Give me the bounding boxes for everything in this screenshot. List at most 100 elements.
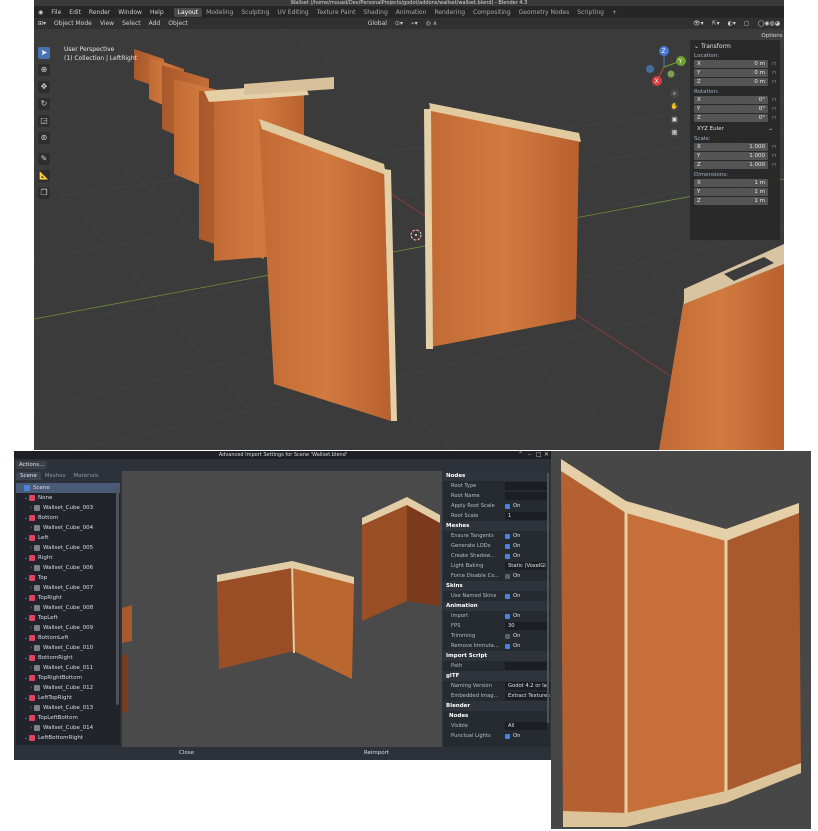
- menu-file[interactable]: File: [47, 9, 65, 16]
- property-value[interactable]: On: [505, 613, 550, 619]
- tree-item[interactable]: ⌄ TopLeft: [16, 613, 120, 623]
- actions-menu-button[interactable]: Actions...: [16, 461, 48, 469]
- tree-item[interactable]: › Wallset_Cube_007: [16, 583, 120, 593]
- location-y-field[interactable]: Y0 m: [694, 69, 768, 77]
- scene-tree[interactable]: Scene ⌄ None › Wallset_Cube_003 ⌄ Bottom › Walls…: [16, 483, 120, 745]
- tree-item[interactable]: ⌄ BottomRight: [16, 653, 120, 663]
- property-input[interactable]: 30: [505, 622, 547, 630]
- tree-item[interactable]: ⌄ TopLeftBottom: [16, 713, 120, 723]
- blender-logo-icon[interactable]: ◉: [34, 9, 47, 16]
- 3d-cursor-icon[interactable]: [410, 229, 422, 241]
- tree-item[interactable]: › Wallset_Cube_010: [16, 643, 120, 653]
- property-value[interactable]: On: [505, 643, 550, 649]
- navigation-gizmo[interactable]: Z Y X: [646, 46, 686, 86]
- section-header[interactable]: Animation: [443, 601, 550, 611]
- close-icon[interactable]: ✕: [544, 451, 549, 459]
- 3d-viewport[interactable]: Z Y X User Perspective (1) Collection | …: [34, 29, 784, 450]
- close-button[interactable]: Close: [164, 748, 209, 758]
- dimensions-x-field[interactable]: X1 m: [694, 179, 768, 187]
- checkbox[interactable]: [505, 593, 510, 599]
- tab-layout[interactable]: Layout: [173, 7, 203, 17]
- lock-icon[interactable]: ⊓: [768, 153, 776, 159]
- grid-ortho-icon[interactable]: ▦: [670, 128, 679, 137]
- section-header[interactable]: Meshes: [443, 521, 550, 531]
- tree-item[interactable]: ⌄ Left: [16, 533, 120, 543]
- tab-materials[interactable]: Materials: [70, 472, 103, 480]
- section-header[interactable]: Import Script: [443, 651, 550, 661]
- property-value[interactable]: On: [505, 533, 550, 539]
- menu-window[interactable]: Window: [114, 9, 146, 16]
- zoom-icon[interactable]: ⌕: [670, 89, 679, 98]
- checkbox[interactable]: [505, 643, 510, 649]
- menu-view[interactable]: View: [96, 20, 118, 27]
- overlay-icon[interactable]: ◐▾: [724, 20, 740, 27]
- scale-x-field[interactable]: X 1.000: [694, 143, 768, 151]
- visibility-icon[interactable]: 👁▾: [689, 20, 708, 27]
- property-input[interactable]: Extract Textures: [505, 692, 550, 700]
- scale-z-field[interactable]: Z 1.000: [694, 161, 768, 169]
- lock-icon[interactable]: ⊓: [768, 144, 776, 150]
- tab-sculpting[interactable]: Sculpting: [237, 8, 273, 17]
- menu-render[interactable]: Render: [85, 9, 114, 16]
- lock-icon[interactable]: ⊓: [768, 97, 776, 103]
- tree-item[interactable]: ⌄ BottomLeft: [16, 633, 120, 643]
- tree-item[interactable]: ⌄ Bottom: [16, 513, 120, 523]
- tree-item[interactable]: › Wallset_Cube_005: [16, 543, 120, 553]
- checkbox[interactable]: [505, 543, 510, 549]
- add-workspace-icon[interactable]: +: [608, 8, 621, 17]
- section-header[interactable]: Nodes: [443, 711, 550, 721]
- section-header[interactable]: Skins: [443, 581, 550, 591]
- property-input[interactable]: [505, 482, 547, 490]
- measure-tool-icon[interactable]: 📐: [38, 170, 50, 182]
- tab-modeling[interactable]: Modeling: [202, 8, 237, 17]
- tree-item[interactable]: › Wallset_Cube_008: [16, 603, 120, 613]
- property-value[interactable]: On: [505, 633, 550, 639]
- property-value[interactable]: [505, 492, 550, 500]
- checkbox[interactable]: [505, 533, 510, 539]
- property-input[interactable]: Static (VoxelGI: [505, 562, 549, 570]
- minimize-icon[interactable]: –: [528, 451, 531, 459]
- dimensions-y-field[interactable]: Y1 m: [694, 188, 768, 196]
- property-input[interactable]: Godot 4.2 or lat: [505, 682, 550, 690]
- property-value[interactable]: On: [505, 553, 550, 559]
- collapse-icon[interactable]: ⌃: [518, 451, 523, 459]
- rotation-mode-dropdown[interactable]: XYZ Euler ⌄: [694, 125, 776, 133]
- tree-item[interactable]: › Wallset_Cube_013: [16, 703, 120, 713]
- tab-rendering[interactable]: Rendering: [430, 8, 469, 17]
- tree-item[interactable]: ⌄ TopRight: [16, 593, 120, 603]
- tree-item[interactable]: › Wallset_Cube_006: [16, 563, 120, 573]
- tree-item[interactable]: › Wallset_Cube_003: [16, 503, 120, 513]
- cursor-tool-icon[interactable]: ⊕: [38, 64, 50, 76]
- property-value[interactable]: Godot 4.2 or lat: [505, 682, 550, 690]
- proportional-edit-icon[interactable]: ◎ ∧: [422, 20, 442, 27]
- property-value[interactable]: Extract Textures: [505, 692, 550, 700]
- tab-meshes[interactable]: Meshes: [41, 472, 70, 480]
- tree-item[interactable]: › Wallset_Cube_004: [16, 523, 120, 533]
- property-value[interactable]: On: [505, 733, 550, 739]
- property-value[interactable]: [505, 482, 550, 490]
- tab-shading[interactable]: Shading: [359, 8, 391, 17]
- snap-icon[interactable]: ⌁▾: [407, 20, 422, 27]
- property-value[interactable]: On: [505, 503, 550, 509]
- tree-item[interactable]: › Wallset_Cube_011: [16, 663, 120, 673]
- gizmo-icon[interactable]: ⇱▾: [708, 20, 724, 27]
- annotate-tool-icon[interactable]: ✎: [38, 153, 50, 165]
- scene-preview[interactable]: [122, 471, 442, 747]
- location-z-field[interactable]: Z0 m: [694, 78, 768, 86]
- property-value[interactable]: All: [505, 722, 550, 730]
- property-value[interactable]: On: [505, 543, 550, 549]
- property-input[interactable]: 1: [505, 512, 547, 520]
- checkbox[interactable]: [505, 613, 510, 619]
- section-header[interactable]: Blender: [443, 701, 550, 711]
- tree-item[interactable]: ⌄ Right: [16, 553, 120, 563]
- xray-icon[interactable]: ▢: [740, 20, 754, 27]
- tree-item[interactable]: Scene: [16, 483, 120, 493]
- menu-object[interactable]: Object: [164, 20, 192, 27]
- transform-panel-title[interactable]: ⌄ Transform: [694, 43, 780, 50]
- tree-item[interactable]: ⌄ LeftBottomRight: [16, 733, 120, 743]
- checkbox[interactable]: [505, 573, 510, 579]
- section-header[interactable]: Nodes: [443, 471, 550, 481]
- lock-icon[interactable]: ⊓: [768, 79, 776, 85]
- properties-scrollbar[interactable]: [547, 473, 549, 723]
- checkbox[interactable]: [505, 733, 510, 739]
